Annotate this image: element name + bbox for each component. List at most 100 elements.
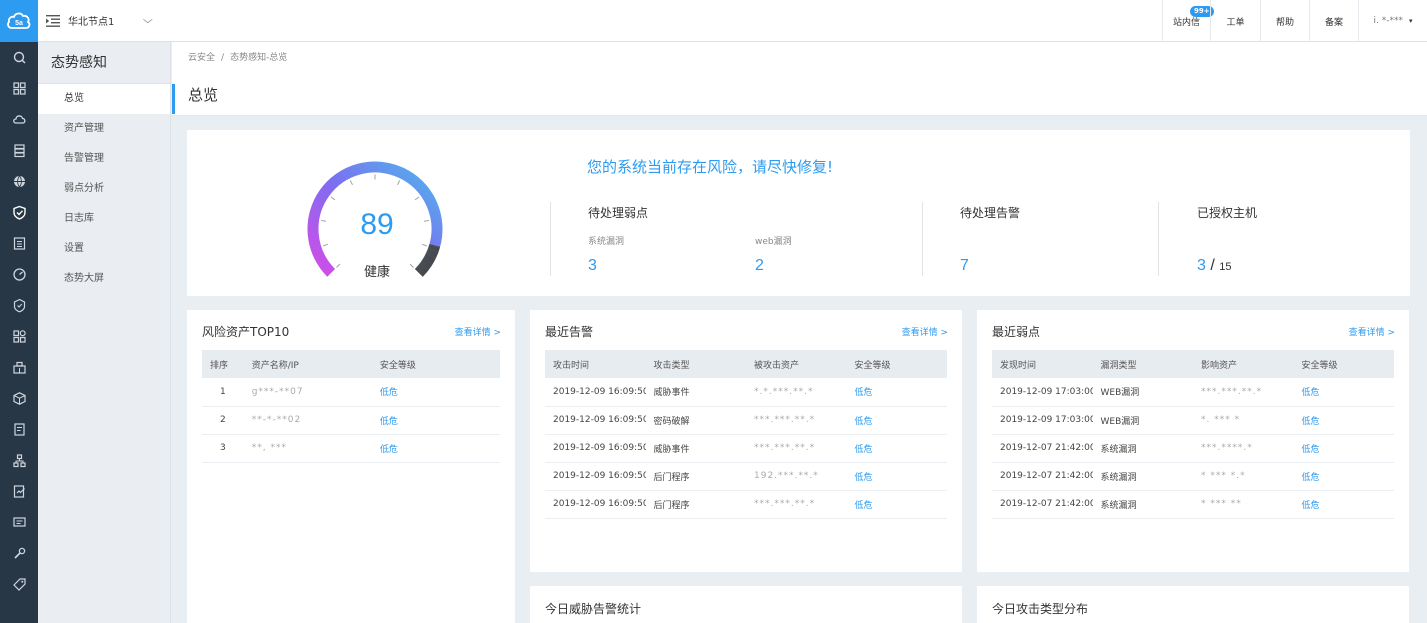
table-cell: 2: [202, 406, 244, 435]
grid-nav-button[interactable]: [0, 73, 38, 104]
wrench-nav-button[interactable]: [0, 538, 38, 569]
box-nav-button[interactable]: [0, 383, 38, 414]
table-row[interactable]: 2019-12-09 16:09:50 威胁事件 ***.***.**.* 低危: [545, 434, 947, 463]
search-nav-button[interactable]: [0, 42, 38, 73]
security-level-link[interactable]: 低危: [1293, 490, 1394, 519]
table-row[interactable]: 2019-12-07 21:42:00 系统漏洞 * *** *.* 低危: [992, 462, 1394, 491]
gauge-tick: [321, 219, 327, 222]
subnav-title: 态势感知: [38, 42, 170, 84]
security-level-link[interactable]: 低危: [371, 378, 500, 407]
table-row[interactable]: 1 g***-**07 低危: [202, 378, 500, 407]
security-level-link[interactable]: 低危: [371, 406, 500, 435]
network-nav-button[interactable]: [0, 445, 38, 476]
subnav-item[interactable]: 设置: [38, 234, 170, 264]
table-cell: 2019-12-09 17:03:00: [992, 406, 1093, 435]
health-score-label: 健康: [363, 265, 390, 280]
user-menu[interactable]: i. *-*** ▾: [1358, 0, 1427, 42]
security-level-link[interactable]: 低危: [1293, 378, 1394, 407]
pending-alert-count[interactable]: 7: [960, 257, 969, 275]
subnav-item[interactable]: 弱点分析: [38, 174, 170, 204]
subnav-item[interactable]: 总览: [38, 84, 170, 114]
tag-icon: [12, 578, 26, 591]
table-header: 发现时间 漏洞类型 影响资产 安全等级: [992, 350, 1394, 378]
subnav-item[interactable]: 日志库: [38, 204, 170, 234]
security-level-link[interactable]: 低危: [1293, 462, 1394, 491]
panel-title: 今日威胁告警统计: [545, 602, 642, 616]
table-cell: ***.****.*: [1193, 434, 1294, 463]
security-level-link[interactable]: 低危: [846, 462, 947, 491]
table-row[interactable]: 2 **-*-**02 低危: [202, 406, 500, 435]
licensed-hosts-separator: /: [1210, 257, 1215, 274]
column-header: 影响资产: [1193, 350, 1294, 378]
table-row[interactable]: 2019-12-09 16:09:50 威胁事件 *.*.***.**.* 低危: [545, 378, 947, 407]
cloud-nav-button[interactable]: [0, 104, 38, 135]
gauge-tick: [349, 180, 353, 186]
filing-label: 备案: [1324, 17, 1343, 28]
security-level-link[interactable]: 低危: [371, 434, 500, 463]
subnav-item[interactable]: 资产管理: [38, 114, 170, 144]
table-cell: 密码破解: [645, 406, 746, 435]
table-cell: * *** **: [1193, 490, 1294, 519]
badge-nav-button[interactable]: [0, 290, 38, 321]
gauge-tick: [423, 219, 429, 222]
subnav-item[interactable]: 告警管理: [38, 144, 170, 174]
globe-nav-button[interactable]: [0, 166, 38, 197]
table-row[interactable]: 2019-12-09 17:03:00 WEB漏洞 ***.***.**.* 低危: [992, 378, 1394, 407]
security-level-link[interactable]: 低危: [1293, 434, 1394, 463]
view-details-link[interactable]: 查看详情 >: [1349, 325, 1395, 338]
menu-fold-icon[interactable]: [46, 14, 60, 27]
table-row[interactable]: 2019-12-07 21:42:00 系统漏洞 ***.****.* 低危: [992, 434, 1394, 463]
shield-nav-button[interactable]: [0, 197, 38, 228]
table-cell: 2019-12-09 16:09:50: [545, 406, 646, 435]
security-level-link[interactable]: 低危: [1293, 406, 1394, 435]
table-header: 攻击时间 攻击类型 被攻击资产 安全等级: [545, 350, 947, 378]
wrench-icon: [13, 547, 25, 559]
list-nav-button[interactable]: [0, 228, 38, 259]
report-nav-button[interactable]: [0, 476, 38, 507]
breadcrumb-root[interactable]: 云安全: [188, 53, 215, 63]
view-details-link[interactable]: 查看详情 >: [902, 325, 948, 338]
table-row[interactable]: 2019-12-09 16:09:50 后门程序 192.***.**.* 低危: [545, 462, 947, 491]
threat-stats-panel: 今日威胁告警统计: [530, 586, 962, 623]
logo[interactable]: 5a: [0, 0, 38, 42]
table-cell: ***.***.**.*: [746, 434, 847, 463]
column-header: 资产名称/IP: [243, 350, 372, 378]
ticket-button[interactable]: 工单: [1210, 0, 1260, 42]
globe-icon: [13, 175, 25, 188]
gauge-icon: [12, 268, 26, 281]
table-row[interactable]: 2019-12-07 21:42:00 系统漏洞 * *** ** 低危: [992, 490, 1394, 519]
column-header: 漏洞类型: [1092, 350, 1193, 378]
tag-nav-button[interactable]: [0, 569, 38, 600]
help-button[interactable]: 帮助: [1260, 0, 1309, 42]
table-cell: 2019-12-07 21:42:00: [992, 462, 1093, 491]
table-row[interactable]: 2019-12-09 16:09:50 后门程序 ***.***.**.* 低危: [545, 490, 947, 519]
security-level-link[interactable]: 低危: [846, 434, 947, 463]
system-vuln-label: 系统漏洞: [588, 237, 625, 247]
subnav-item[interactable]: 态势大屏: [38, 264, 170, 294]
security-level-link[interactable]: 低危: [846, 490, 947, 519]
system-vuln-count[interactable]: 3: [588, 257, 597, 275]
region-selector[interactable]: 华北节点1 ⌵: [46, 0, 153, 42]
doc-nav-button[interactable]: [0, 414, 38, 445]
notice-button[interactable]: 站内信 99+: [1162, 0, 1214, 42]
help-label: 帮助: [1275, 17, 1294, 28]
risk-warning: 您的系统当前存在风险，请尽快修复!: [587, 158, 834, 176]
security-level-link[interactable]: 低危: [846, 378, 947, 407]
table-cell: 威胁事件: [645, 434, 746, 463]
server-nav-button[interactable]: [0, 135, 38, 166]
message-nav-button[interactable]: [0, 507, 38, 538]
table-row[interactable]: 2019-12-09 17:03:00 WEB漏洞 *. *** * 低危: [992, 406, 1394, 435]
table-row[interactable]: 2019-12-09 16:09:50 密码破解 ***.***.**.* 低危: [545, 406, 947, 435]
shield-icon: [12, 205, 26, 220]
web-vuln-count[interactable]: 2: [755, 257, 764, 275]
view-details-link[interactable]: 查看详情 >: [455, 325, 501, 338]
table-row[interactable]: 3 **, *** 低危: [202, 434, 500, 463]
message-icon: [12, 517, 26, 527]
apps-nav-button[interactable]: [0, 321, 38, 352]
table-cell: * *** *.*: [1193, 462, 1294, 491]
building-nav-button[interactable]: [0, 352, 38, 383]
filing-button[interactable]: 备案: [1309, 0, 1358, 42]
security-level-link[interactable]: 低危: [846, 406, 947, 435]
licensed-hosts-count[interactable]: 3 / 15: [1197, 257, 1232, 275]
gauge-nav-button[interactable]: [0, 259, 38, 290]
